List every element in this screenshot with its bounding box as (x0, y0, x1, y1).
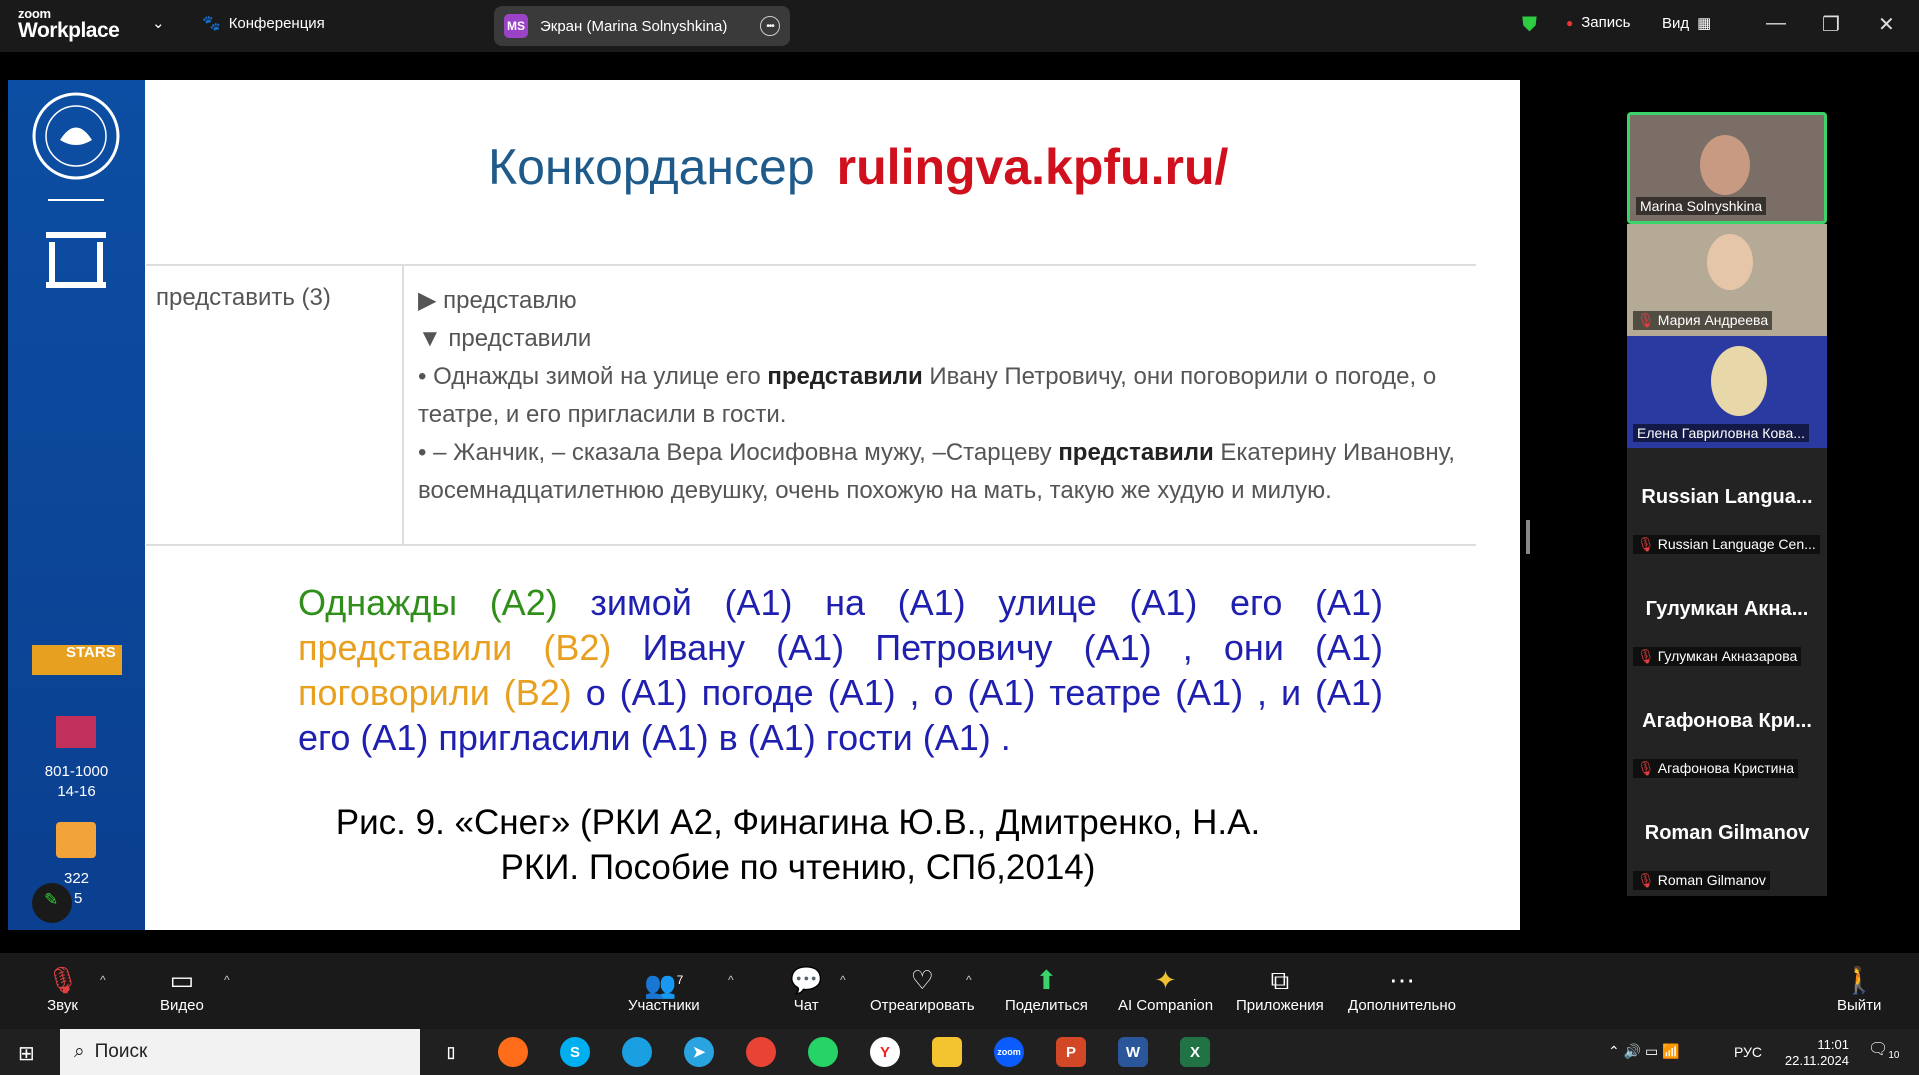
video-feed (1707, 234, 1753, 290)
mic-off-icon: 🎙 (1637, 312, 1655, 328)
stars-label: STARS (66, 644, 116, 661)
chrome-icon[interactable] (746, 1037, 776, 1067)
sparkle-icon: ✦ (1154, 965, 1177, 995)
rank-label: 14-16 (57, 783, 96, 800)
camera-icon: ▭ (169, 965, 195, 995)
windows-start-icon[interactable]: ⊞ (18, 1041, 35, 1066)
heart-icon: ♡ (910, 965, 934, 995)
participants-button[interactable]: 👥7 Участники (628, 963, 700, 1014)
slide-title: Конкордансер rulingva.kpfu.ru/ (488, 139, 1229, 195)
restore-icon[interactable]: ❐ (1822, 12, 1840, 37)
more-icon[interactable]: ••• (760, 16, 780, 36)
whatsapp-icon[interactable] (808, 1037, 838, 1067)
chevron-up-icon[interactable]: ^ (728, 973, 734, 987)
apps-icon: ⧉ (1270, 965, 1290, 995)
rank-label: 322 (63, 870, 90, 887)
cefr-tagged-text: Однажды (А2) зимой (А1) на (А1) улице (А… (298, 582, 1384, 758)
ai-companion-button[interactable]: ✦ AI Companion (1118, 963, 1213, 1014)
mic-off-icon: 🎙 (1637, 872, 1655, 888)
participant-tile[interactable]: Елена Гавриловна Кова... (1627, 336, 1827, 448)
windows-taskbar: ⊞ ⌕ Поиск ▯ S ➤ Y zoom P W X ⌃ 🔊 ▭ 📶 РУС … (0, 1029, 1919, 1075)
more-icon: ⋯ (1388, 965, 1415, 995)
minimize-icon[interactable]: — (1766, 12, 1786, 35)
example-1: • Однажды зимой на улице его представили… (418, 363, 1437, 428)
security-shield-icon[interactable]: ⛊ (1522, 14, 1537, 37)
university-emblem-icon (32, 92, 122, 923)
figure-caption: Рис. 9. «Снег» (РКИ А2, Финагина Ю.В., Д… (335, 803, 1261, 887)
folder-icon[interactable] (932, 1037, 962, 1067)
participant-tile[interactable]: Roman Gilmanov 🎙 Roman Gilmanov (1627, 784, 1827, 896)
pencil-icon[interactable]: ✎ (44, 890, 58, 910)
participant-tile[interactable]: Гулумкан Акна... 🎙 Гулумкан Акназарова (1627, 560, 1827, 672)
language-indicator[interactable]: РУС (1734, 1044, 1762, 1060)
video-feed (1700, 135, 1750, 195)
excel-icon[interactable]: X (1180, 1037, 1210, 1067)
chat-button[interactable]: 💬 Чат (790, 963, 822, 1014)
mic-off-icon: 🎙 (1637, 648, 1655, 664)
mic-off-icon: 🎙 (1637, 536, 1655, 552)
chevron-up-icon[interactable]: ^ (966, 973, 972, 987)
participant-tile[interactable]: Marina Solnyshkina (1627, 112, 1827, 224)
edge-icon[interactable] (622, 1037, 652, 1067)
mic-off-icon: 🎙 (46, 965, 80, 995)
chevron-up-icon[interactable]: ^ (840, 973, 846, 987)
video-feed (1711, 346, 1767, 416)
example-2: • – Жанчик, – сказала Вера Иосифовна муж… (418, 439, 1455, 504)
search-icon: ⌕ (74, 1041, 85, 1062)
view-button[interactable]: Вид ▦ (1662, 14, 1712, 33)
shared-screen: STARS 801-1000 14-16 322 5 ✎ Конкордансе… (8, 80, 1520, 930)
slide-sidebar: STARS 801-1000 14-16 322 5 ✎ (8, 80, 145, 930)
notification-icon[interactable]: 🗨10 (1868, 1039, 1899, 1061)
form-item: ▶ представлю (418, 287, 577, 314)
share-button[interactable]: ⬆ Поделиться (1005, 963, 1088, 1014)
rank-label: 5 (74, 890, 83, 907)
lemma-cell: представить (3) (156, 284, 331, 311)
paw-icon: 🐾 (202, 15, 221, 32)
mute-button[interactable]: 🎙 Звук (46, 963, 79, 1014)
meeting-toolbar: 🎙 Звук ^ ▭ Видео ^ 👥7 Участники ^ 💬 Чат ^ ♡ О… (0, 953, 1919, 1029)
tray-icons[interactable]: ⌃ 🔊 ▭ 📶 (1608, 1043, 1680, 1060)
taskbar-search[interactable]: ⌕ Поиск (60, 1029, 420, 1075)
zoom-logo: zoom Workplace (18, 6, 120, 42)
people-icon: 👥7 (644, 969, 684, 1000)
grid-icon: ▦ (1697, 15, 1712, 32)
word-icon[interactable]: W (1118, 1037, 1148, 1067)
skype-icon[interactable]: S (560, 1037, 590, 1067)
more-button[interactable]: ⋯ Дополнительно (1348, 963, 1456, 1014)
participant-tile[interactable]: Агафонова Кри... 🎙 Агафонова Кристина (1627, 672, 1827, 784)
chevron-up-icon[interactable]: ^ (100, 973, 106, 987)
zoom-app-icon[interactable]: zoom (994, 1037, 1024, 1067)
screen-share-pill[interactable]: MS Экран (Marina Solnyshkina) ••• (494, 6, 790, 46)
form-item: ▼ представили (418, 325, 592, 352)
meeting-menu[interactable]: 🐾 Конференция (202, 14, 325, 33)
participant-tile[interactable]: 🎙 Мария Андреева (1627, 224, 1827, 336)
concordance-table: представить (3) ▶ представлю ▼ представи… (146, 264, 1476, 546)
video-button[interactable]: ▭ Видео (160, 963, 204, 1014)
firefox-icon[interactable] (498, 1037, 528, 1067)
resize-handle[interactable] (1526, 520, 1530, 554)
task-view-icon[interactable]: ▯ (436, 1037, 466, 1067)
powerpoint-icon[interactable]: P (1056, 1037, 1086, 1067)
share-icon: ⬆ (1035, 965, 1058, 995)
yandex-icon[interactable]: Y (870, 1037, 900, 1067)
record-indicator[interactable]: ● Запись (1566, 14, 1630, 31)
participant-tile[interactable]: Russian Langua... 🎙 Russian Language Cen.… (1627, 448, 1827, 560)
top-bar: zoom Workplace ⌄ 🐾 Конференция MS Экран (… (0, 0, 1919, 52)
chat-icon: 💬 (790, 965, 823, 995)
avatar: MS (504, 14, 528, 38)
chevron-down-icon[interactable]: ⌄ (152, 14, 165, 32)
close-icon[interactable]: ✕ (1878, 12, 1895, 37)
exit-icon: 🚶 (1843, 965, 1876, 995)
apps-button[interactable]: ⧉ Приложения (1236, 963, 1324, 1014)
rank-label: 801-1000 (44, 763, 109, 780)
clock[interactable]: 11:01 22.11.2024 (1785, 1037, 1849, 1069)
telegram-icon[interactable]: ➤ (684, 1037, 714, 1067)
mic-off-icon: 🎙 (1637, 760, 1655, 776)
react-button[interactable]: ♡ Отреагировать (870, 963, 975, 1014)
chevron-up-icon[interactable]: ^ (224, 973, 230, 987)
leave-button[interactable]: 🚶 Выйти (1837, 963, 1881, 1014)
